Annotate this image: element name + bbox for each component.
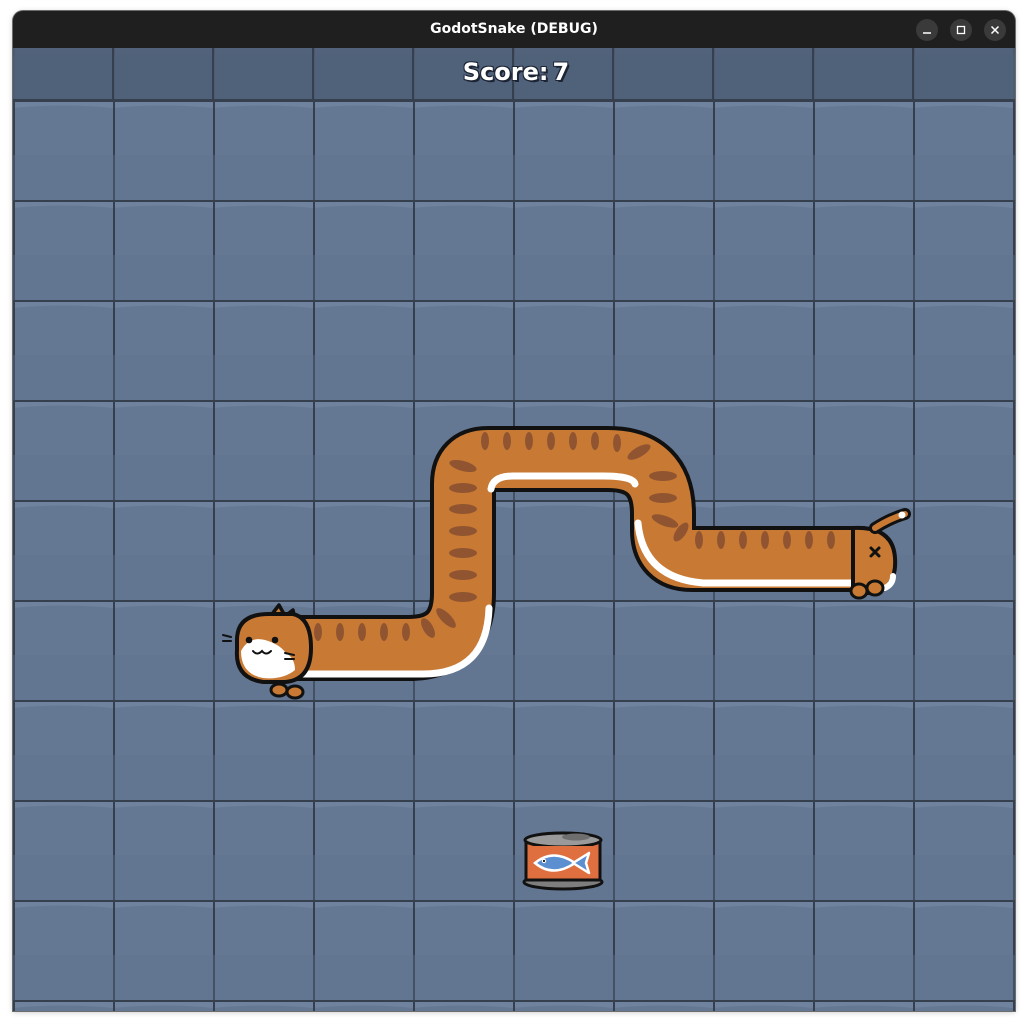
maximize-icon	[956, 25, 966, 35]
title-bar[interactable]: GodotSnake (DEBUG)	[13, 11, 1015, 48]
minimize-icon	[923, 32, 931, 34]
close-button[interactable]	[984, 19, 1006, 41]
fish-can-food	[522, 831, 604, 891]
game-window: GodotSnake (DEBUG) Score: 7	[13, 11, 1015, 1011]
score-label: Score:	[462, 58, 549, 86]
minimize-button[interactable]	[916, 19, 938, 41]
score-value: 7	[552, 58, 570, 86]
game-board	[13, 48, 1015, 1011]
maximize-button[interactable]	[950, 19, 972, 41]
window-title: GodotSnake (DEBUG)	[430, 21, 598, 37]
close-icon	[990, 25, 1000, 35]
score-display: Score: 7	[13, 58, 1015, 86]
game-viewport[interactable]: Score: 7	[13, 48, 1015, 1011]
